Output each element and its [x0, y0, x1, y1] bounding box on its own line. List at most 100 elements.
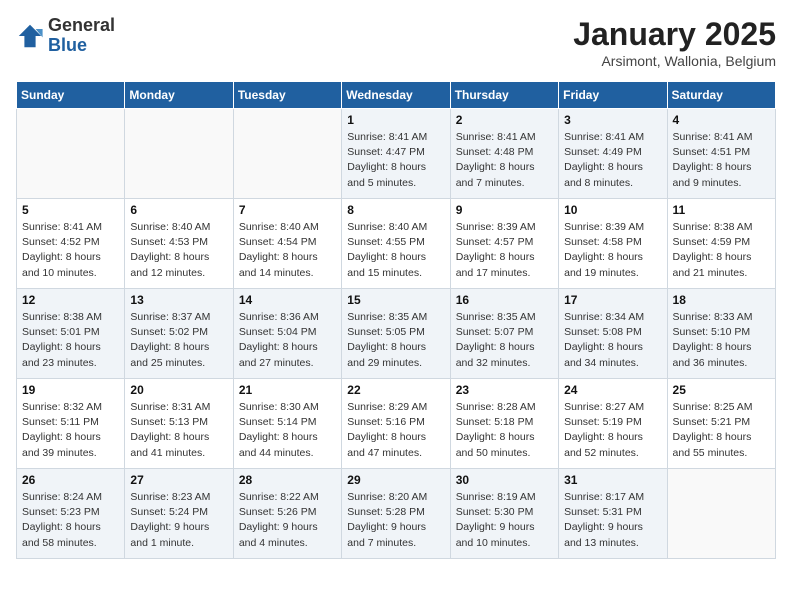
day-number: 12 — [22, 293, 119, 307]
calendar-cell: 3 Sunrise: 8:41 AM Sunset: 4:49 PM Daylig… — [559, 109, 667, 199]
calendar-cell: 25 Sunrise: 8:25 AM Sunset: 5:21 PM Dayli… — [667, 379, 775, 469]
column-header-tuesday: Tuesday — [233, 82, 341, 109]
day-number: 17 — [564, 293, 661, 307]
logo: General Blue — [16, 16, 115, 56]
day-number: 13 — [130, 293, 227, 307]
day-info: Sunrise: 8:28 AM Sunset: 5:18 PM Dayligh… — [456, 400, 553, 461]
calendar-cell — [125, 109, 233, 199]
calendar-cell: 6Sunrise: 8:40 AM Sunset: 4:53 PM Daylig… — [125, 199, 233, 289]
calendar-cell: 16 Sunrise: 8:35 AM Sunset: 5:07 PM Dayli… — [450, 289, 558, 379]
calendar-cell: 18 Sunrise: 8:33 AM Sunset: 5:10 PM Dayli… — [667, 289, 775, 379]
day-info: Sunrise: 8:41 AM Sunset: 4:51 PM Dayligh… — [673, 130, 770, 191]
day-info: Sunrise: 8:35 AM Sunset: 5:07 PM Dayligh… — [456, 310, 553, 371]
location-subtitle: Arsimont, Wallonia, Belgium — [573, 53, 776, 69]
title-block: January 2025 Arsimont, Wallonia, Belgium — [573, 16, 776, 69]
day-number: 26 — [22, 473, 119, 487]
day-number: 9 — [456, 203, 553, 217]
calendar-cell: 22 Sunrise: 8:29 AM Sunset: 5:16 PM Dayli… — [342, 379, 450, 469]
calendar-week-2: 5Sunrise: 8:41 AM Sunset: 4:52 PM Daylig… — [17, 199, 776, 289]
day-number: 22 — [347, 383, 444, 397]
month-title: January 2025 — [573, 16, 776, 53]
calendar-cell: 23 Sunrise: 8:28 AM Sunset: 5:18 PM Dayli… — [450, 379, 558, 469]
calendar-cell: 24Sunrise: 8:27 AM Sunset: 5:19 PM Dayli… — [559, 379, 667, 469]
day-info: Sunrise: 8:35 AM Sunset: 5:05 PM Dayligh… — [347, 310, 444, 371]
calendar-cell — [233, 109, 341, 199]
calendar-cell — [667, 469, 775, 559]
calendar-cell: 7Sunrise: 8:40 AM Sunset: 4:54 PM Daylig… — [233, 199, 341, 289]
day-number: 14 — [239, 293, 336, 307]
day-number: 10 — [564, 203, 661, 217]
calendar-header-row: SundayMondayTuesdayWednesdayThursdayFrid… — [17, 82, 776, 109]
day-info: Sunrise: 8:17 AM Sunset: 5:31 PM Dayligh… — [564, 490, 661, 551]
column-header-saturday: Saturday — [667, 82, 775, 109]
day-info: Sunrise: 8:36 AM Sunset: 5:04 PM Dayligh… — [239, 310, 336, 371]
day-number: 25 — [673, 383, 770, 397]
day-number: 15 — [347, 293, 444, 307]
day-info: Sunrise: 8:39 AM Sunset: 4:57 PM Dayligh… — [456, 220, 553, 281]
day-info: Sunrise: 8:31 AM Sunset: 5:13 PM Dayligh… — [130, 400, 227, 461]
day-number: 2 — [456, 113, 553, 127]
column-header-monday: Monday — [125, 82, 233, 109]
day-number: 16 — [456, 293, 553, 307]
day-info: Sunrise: 8:33 AM Sunset: 5:10 PM Dayligh… — [673, 310, 770, 371]
calendar-cell: 21 Sunrise: 8:30 AM Sunset: 5:14 PM Dayli… — [233, 379, 341, 469]
day-number: 28 — [239, 473, 336, 487]
day-number: 18 — [673, 293, 770, 307]
calendar-cell: 26 Sunrise: 8:24 AM Sunset: 5:23 PM Dayli… — [17, 469, 125, 559]
day-info: Sunrise: 8:38 AM Sunset: 5:01 PM Dayligh… — [22, 310, 119, 371]
logo-blue-text: Blue — [48, 35, 87, 55]
day-info: Sunrise: 8:24 AM Sunset: 5:23 PM Dayligh… — [22, 490, 119, 551]
day-number: 8 — [347, 203, 444, 217]
day-info: Sunrise: 8:40 AM Sunset: 4:54 PM Dayligh… — [239, 220, 336, 281]
calendar-cell: 1Sunrise: 8:41 AM Sunset: 4:47 PM Daylig… — [342, 109, 450, 199]
day-info: Sunrise: 8:38 AM Sunset: 4:59 PM Dayligh… — [673, 220, 770, 281]
calendar-week-3: 12 Sunrise: 8:38 AM Sunset: 5:01 PM Dayli… — [17, 289, 776, 379]
calendar-cell: 30 Sunrise: 8:19 AM Sunset: 5:30 PM Dayli… — [450, 469, 558, 559]
column-header-thursday: Thursday — [450, 82, 558, 109]
day-number: 19 — [22, 383, 119, 397]
day-number: 11 — [673, 203, 770, 217]
day-info: Sunrise: 8:29 AM Sunset: 5:16 PM Dayligh… — [347, 400, 444, 461]
day-info: Sunrise: 8:32 AM Sunset: 5:11 PM Dayligh… — [22, 400, 119, 461]
calendar-cell: 13 Sunrise: 8:37 AM Sunset: 5:02 PM Dayli… — [125, 289, 233, 379]
calendar-cell — [17, 109, 125, 199]
calendar-cell: 5Sunrise: 8:41 AM Sunset: 4:52 PM Daylig… — [17, 199, 125, 289]
day-info: Sunrise: 8:19 AM Sunset: 5:30 PM Dayligh… — [456, 490, 553, 551]
calendar-cell: 31 Sunrise: 8:17 AM Sunset: 5:31 PM Dayli… — [559, 469, 667, 559]
calendar-week-5: 26 Sunrise: 8:24 AM Sunset: 5:23 PM Dayli… — [17, 469, 776, 559]
calendar-cell: 8 Sunrise: 8:40 AM Sunset: 4:55 PM Daylig… — [342, 199, 450, 289]
day-info: Sunrise: 8:25 AM Sunset: 5:21 PM Dayligh… — [673, 400, 770, 461]
calendar-cell: 19 Sunrise: 8:32 AM Sunset: 5:11 PM Dayli… — [17, 379, 125, 469]
day-info: Sunrise: 8:22 AM Sunset: 5:26 PM Dayligh… — [239, 490, 336, 551]
logo-general-text: General — [48, 15, 115, 35]
calendar-week-4: 19 Sunrise: 8:32 AM Sunset: 5:11 PM Dayli… — [17, 379, 776, 469]
day-info: Sunrise: 8:30 AM Sunset: 5:14 PM Dayligh… — [239, 400, 336, 461]
calendar-week-1: 1Sunrise: 8:41 AM Sunset: 4:47 PM Daylig… — [17, 109, 776, 199]
day-number: 21 — [239, 383, 336, 397]
calendar-cell: 29 Sunrise: 8:20 AM Sunset: 5:28 PM Dayli… — [342, 469, 450, 559]
calendar-cell: 20Sunrise: 8:31 AM Sunset: 5:13 PM Dayli… — [125, 379, 233, 469]
day-info: Sunrise: 8:20 AM Sunset: 5:28 PM Dayligh… — [347, 490, 444, 551]
calendar-cell: 9 Sunrise: 8:39 AM Sunset: 4:57 PM Daylig… — [450, 199, 558, 289]
calendar-cell: 14 Sunrise: 8:36 AM Sunset: 5:04 PM Dayli… — [233, 289, 341, 379]
day-info: Sunrise: 8:23 AM Sunset: 5:24 PM Dayligh… — [130, 490, 227, 551]
calendar-cell: 11 Sunrise: 8:38 AM Sunset: 4:59 PM Dayli… — [667, 199, 775, 289]
day-info: Sunrise: 8:41 AM Sunset: 4:49 PM Dayligh… — [564, 130, 661, 191]
calendar-cell: 12 Sunrise: 8:38 AM Sunset: 5:01 PM Dayli… — [17, 289, 125, 379]
day-info: Sunrise: 8:37 AM Sunset: 5:02 PM Dayligh… — [130, 310, 227, 371]
column-header-friday: Friday — [559, 82, 667, 109]
day-number: 29 — [347, 473, 444, 487]
day-number: 31 — [564, 473, 661, 487]
day-info: Sunrise: 8:40 AM Sunset: 4:55 PM Dayligh… — [347, 220, 444, 281]
day-info: Sunrise: 8:41 AM Sunset: 4:47 PM Dayligh… — [347, 130, 444, 191]
day-number: 6 — [130, 203, 227, 217]
day-number: 23 — [456, 383, 553, 397]
day-info: Sunrise: 8:34 AM Sunset: 5:08 PM Dayligh… — [564, 310, 661, 371]
day-info: Sunrise: 8:41 AM Sunset: 4:52 PM Dayligh… — [22, 220, 119, 281]
day-info: Sunrise: 8:39 AM Sunset: 4:58 PM Dayligh… — [564, 220, 661, 281]
day-info: Sunrise: 8:27 AM Sunset: 5:19 PM Dayligh… — [564, 400, 661, 461]
day-number: 27 — [130, 473, 227, 487]
day-number: 3 — [564, 113, 661, 127]
day-number: 30 — [456, 473, 553, 487]
calendar-cell: 27 Sunrise: 8:23 AM Sunset: 5:24 PM Dayli… — [125, 469, 233, 559]
